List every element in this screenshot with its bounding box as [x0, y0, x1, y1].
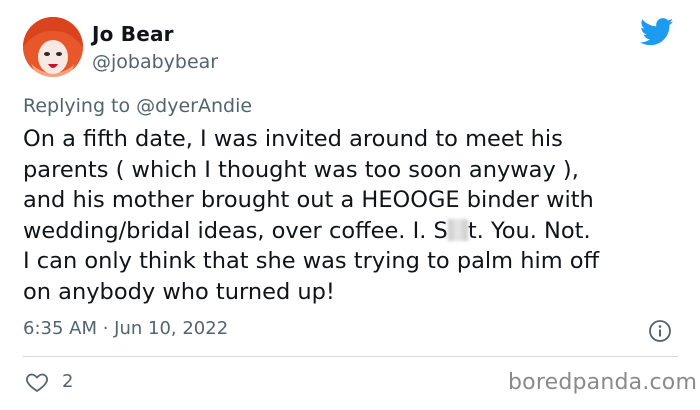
tweet-line: I can only think that she was trying to …: [23, 248, 600, 274]
tweet-line: on anybody who turned up!: [23, 278, 335, 305]
tweet-card: Jo Bear @jobabybear Replying to @dyerAnd…: [0, 0, 700, 410]
tweet-line-part: t. You. Not.: [467, 217, 591, 244]
tweet-timestamp[interactable]: 6:35 AM · Jun 10, 2022: [23, 318, 228, 339]
twitter-bird-icon[interactable]: [640, 18, 674, 46]
info-icon[interactable]: [648, 319, 672, 343]
tweet-line: On a fifth date, I was invited around to…: [23, 126, 563, 152]
author-name[interactable]: Jo Bear: [92, 22, 174, 46]
reply-mention-link[interactable]: @dyerAndie: [136, 95, 252, 117]
tweet-line: parents ( which I thought was too soon a…: [23, 156, 579, 183]
censor-blur: [447, 218, 468, 241]
heart-icon[interactable]: [25, 370, 49, 394]
author-handle[interactable]: @jobabybear: [92, 51, 218, 73]
tweet-line-part: wedding/bridal ideas, over coffee. I. S: [23, 217, 448, 244]
avatar[interactable]: [23, 17, 83, 77]
tweet-line: and his mother brought out a HEOOGE bind…: [23, 187, 594, 213]
replying-to-prefix: Replying to: [23, 95, 131, 117]
replying-to: Replying to @dyerAndie: [23, 95, 252, 117]
boredpanda-watermark: boredpanda.com: [508, 370, 698, 395]
tweet-text: On a fifth date, I was invited around to…: [23, 124, 683, 307]
divider: [23, 356, 678, 357]
tweet-line: wedding/bridal ideas, over coffee. I. S t…: [23, 216, 683, 247]
like-count: 2: [62, 371, 74, 392]
